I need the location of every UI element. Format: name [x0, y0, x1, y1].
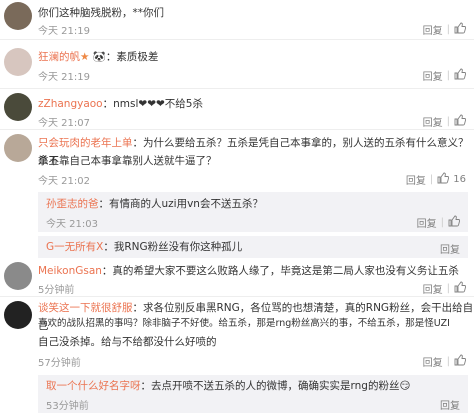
- sub-reply-0: 孙歪志的爸：有情商的人uzi用vn会不送五杀？ 今天 21:03 回复 |: [38, 192, 468, 232]
- avatar[interactable]: [4, 301, 32, 329]
- sub-reply-text: ：有情商的人uzi用vn会不送五杀？: [98, 198, 263, 210]
- avatar[interactable]: [4, 2, 32, 30]
- comment-user[interactable]: zZhangyaoo: [38, 98, 103, 110]
- sub-reply-text: ：去点开喷不送五杀的人的微博，确确实实是rng的粉丝: [140, 380, 400, 392]
- comment-text: 你们这种脑残脱粉，**你们: [38, 7, 164, 19]
- reply-button[interactable]: 回复: [423, 114, 443, 129]
- comment-2: zZhangyaoo：nmsl❤❤❤不给5杀 今天 21:07 回复 |: [0, 89, 474, 129]
- reply-button[interactable]: 回复: [423, 354, 443, 369]
- like-icon[interactable]: [454, 68, 467, 83]
- sub-reply-2: 取一个什么好名字呀：去点开喷不送五杀的人的微博，确确实实是rng的粉丝😏 53分…: [38, 375, 468, 413]
- sub-reply-ops: 回复: [440, 241, 460, 256]
- comment-user[interactable]: 狂澜的帆: [38, 51, 80, 63]
- sub-reply-time: 53分钟前: [46, 401, 89, 412]
- comment-5: 谈笑这一下就很舒服：求各位别反串黑RNG，各位骂的也想清楚，真的RNG粉丝，会干…: [0, 297, 474, 375]
- comment-ops: 回复 |: [423, 281, 467, 296]
- comment-time: 今天 21:02: [38, 176, 90, 187]
- comment-ops: 回复 |: [423, 68, 467, 83]
- like-icon[interactable]: [454, 22, 467, 37]
- sub-reply-ops: 回复 |: [417, 215, 461, 230]
- reply-button[interactable]: 回复: [417, 215, 437, 230]
- panda-icon: 🐼: [89, 51, 106, 63]
- sub-reply-user[interactable]: G一无所有X: [46, 241, 103, 253]
- comment-user[interactable]: 只会玩肉的老年上单: [38, 137, 133, 149]
- comment-text: ：nmsl❤❤❤不给5杀: [102, 98, 203, 110]
- like-icon[interactable]: [454, 114, 467, 129]
- avatar[interactable]: [4, 262, 32, 290]
- comment-text-cont: 杀不靠自己本事拿靠别人送就牛逼了？: [38, 155, 217, 167]
- avatar[interactable]: [4, 93, 32, 121]
- sub-reply-user[interactable]: 孙歪志的爸: [46, 198, 99, 210]
- sub-reply-1: G一无所有X：我RNG粉丝没有你这种孤儿 回复: [38, 236, 468, 258]
- reply-button[interactable]: 回复: [423, 22, 443, 37]
- comment-text-cont: 自己没杀掉。给与不给都没什么好喷的: [38, 336, 217, 348]
- sub-reply-ops: 回复: [440, 397, 460, 412]
- avatar[interactable]: [4, 134, 32, 162]
- reply-button[interactable]: 回复: [440, 241, 460, 256]
- sub-reply-text: ：我RNG粉丝没有你这种孤儿: [103, 241, 243, 253]
- reply-button[interactable]: 回复: [423, 68, 443, 83]
- comment-0: 你们这种脑残脱粉，**你们 今天 21:19 回复 |: [0, 0, 474, 38]
- comment-4: MeikonGsan：真的希望大家不要这么败路人缘了，毕竟这是第二局人家也没有义…: [0, 258, 474, 296]
- comment-text-cont: 喜欢的战队招黑的事吗？除非脑子不好使。给五杀，那是rng粉丝高兴的事，不给五杀，…: [38, 318, 450, 329]
- comment-time: 57分钟前: [38, 358, 81, 369]
- avatar[interactable]: [4, 48, 32, 76]
- like-count: 16: [453, 174, 466, 185]
- reply-button[interactable]: 回复: [440, 397, 460, 412]
- like-icon[interactable]: [454, 354, 467, 369]
- comment-3: 只会玩肉的老年上单：为什么要给五杀？五杀是凭自己本事拿的，别人送的五杀有什么意义…: [0, 130, 474, 190]
- reply-button[interactable]: 回复: [406, 172, 426, 187]
- emoji-icon: 😏: [399, 380, 411, 392]
- comment-ops: 回复 |: [423, 22, 467, 37]
- comment-text: ：素质极差: [105, 51, 159, 63]
- comment-ops: 回复 |: [423, 354, 467, 369]
- like-icon[interactable]: [437, 172, 450, 187]
- comment-user[interactable]: MeikonGsan: [38, 265, 102, 277]
- comment-user[interactable]: 谈笑这一下就很舒服: [38, 302, 133, 314]
- comment-text: ：真的希望大家不要这么败路人缘了，毕竟这是第二局人家也没有义务让五杀: [101, 265, 459, 277]
- comment-time: 今天 21:19: [38, 72, 90, 83]
- verified-badge-icon: ★: [80, 51, 90, 63]
- comment-1: 狂澜的帆★ 🐼：素质极差 今天 21:19 回复 |: [0, 40, 474, 88]
- like-icon[interactable]: [448, 215, 461, 230]
- comment-time: 5分钟前: [38, 285, 75, 296]
- reply-button[interactable]: 回复: [423, 281, 443, 296]
- comment-time: 今天 21:07: [38, 118, 90, 129]
- comment-ops: 回复 | 16: [405, 172, 466, 187]
- sub-reply-time: 今天 21:03: [46, 219, 98, 230]
- comment-time: 今天 21:19: [38, 26, 90, 37]
- like-icon[interactable]: [454, 281, 467, 296]
- sub-reply-user[interactable]: 取一个什么好名字呀: [46, 380, 141, 392]
- comment-ops: 回复 |: [423, 114, 467, 129]
